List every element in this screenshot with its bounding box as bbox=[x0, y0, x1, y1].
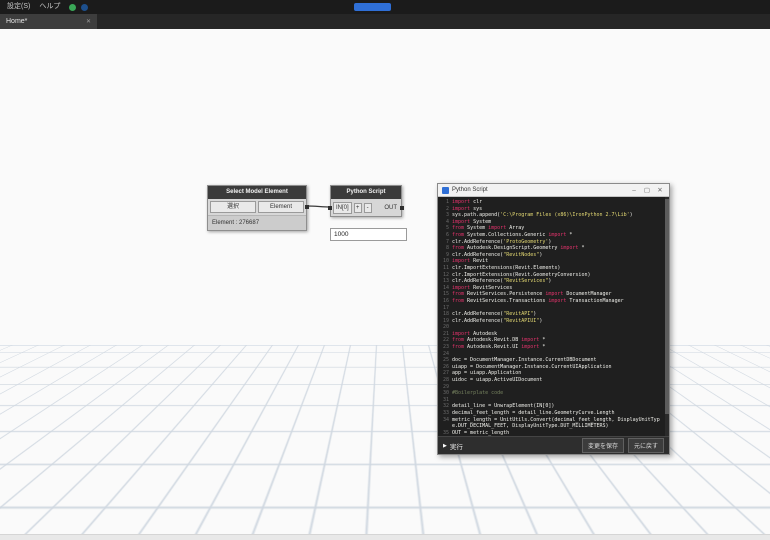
python-output-port[interactable]: OUT bbox=[384, 205, 399, 211]
tab-bar: Home* ✕ bbox=[0, 14, 770, 29]
revert-button[interactable]: 元に戻す bbox=[628, 438, 664, 453]
node-title: Select Model Element bbox=[208, 186, 306, 199]
status-dot-green-icon bbox=[69, 4, 76, 11]
editor-titlebar[interactable]: Python Script – ▢ ✕ bbox=[438, 184, 669, 197]
python-input-port-marker[interactable] bbox=[328, 206, 332, 210]
tab-home-label: Home* bbox=[6, 18, 27, 25]
maximize-icon[interactable]: ▢ bbox=[642, 186, 652, 194]
editor-footer: ▶ 実行 変更を保存 元に戻す bbox=[438, 436, 669, 454]
editor-scrollbar-thumb[interactable] bbox=[665, 199, 669, 414]
element-output-port-marker[interactable] bbox=[305, 205, 309, 209]
node-title: Python Script bbox=[331, 186, 401, 199]
run-button[interactable]: ▶ 実行 bbox=[443, 441, 463, 451]
remove-input-button[interactable]: - bbox=[364, 203, 372, 213]
element-id-status: Element : 276687 bbox=[208, 215, 306, 230]
element-output-port[interactable]: Element bbox=[258, 201, 304, 213]
select-element-button[interactable]: 選択 bbox=[210, 201, 256, 213]
editor-scrollbar[interactable] bbox=[665, 197, 669, 436]
python-app-icon bbox=[442, 187, 449, 194]
bottom-strip bbox=[0, 534, 770, 540]
add-input-button[interactable]: + bbox=[354, 203, 362, 213]
editor-title: Python Script bbox=[452, 187, 626, 193]
status-dot-blue-icon bbox=[81, 4, 88, 11]
node-select-model-element[interactable]: Select Model Element 選択 Element Element … bbox=[207, 185, 307, 231]
tab-home[interactable]: Home* ✕ bbox=[0, 14, 97, 29]
number-input[interactable]: 1000 bbox=[330, 228, 407, 241]
python-editor-window: Python Script – ▢ ✕ 1import clr2import s… bbox=[437, 183, 670, 455]
minimize-icon[interactable]: – bbox=[629, 187, 639, 194]
close-icon[interactable]: ✕ bbox=[655, 186, 665, 194]
signin-button[interactable] bbox=[354, 3, 391, 11]
run-button-label: 実行 bbox=[450, 441, 463, 451]
tab-close-icon[interactable]: ✕ bbox=[86, 18, 91, 25]
code-lines: 1import clr2import sys3sys.path.append('… bbox=[440, 199, 663, 436]
play-icon: ▶ bbox=[443, 443, 447, 449]
code-editor[interactable]: 1import clr2import sys3sys.path.append('… bbox=[438, 197, 669, 436]
menu-settings[interactable]: 設定(S) bbox=[7, 0, 30, 14]
node-python-script[interactable]: Python Script IN[0] + - OUT bbox=[330, 185, 402, 217]
menu-help[interactable]: ヘルプ bbox=[39, 0, 60, 14]
dynamo-app: 設定(S) ヘルプ Home* ✕ Select Model Element 選… bbox=[0, 0, 770, 540]
menu-bar: 設定(S) ヘルプ bbox=[0, 0, 770, 14]
python-output-port-marker[interactable] bbox=[400, 206, 404, 210]
save-changes-button[interactable]: 変更を保存 bbox=[582, 438, 624, 453]
python-input-port[interactable]: IN[0] bbox=[333, 202, 352, 214]
workspace-canvas[interactable]: Select Model Element 選択 Element Element … bbox=[0, 29, 770, 534]
